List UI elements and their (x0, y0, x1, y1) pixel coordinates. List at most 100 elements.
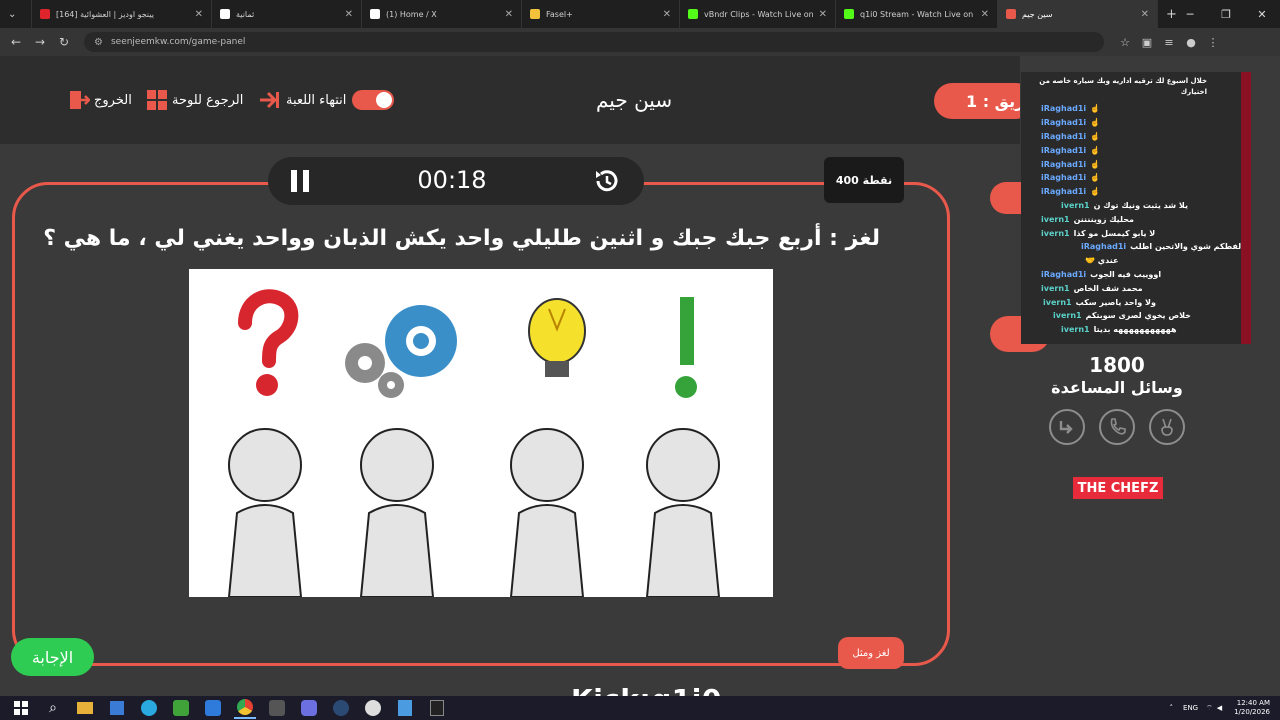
chat-username[interactable]: ivern1 (1061, 201, 1090, 210)
category-tag: لغز ومثل (838, 637, 904, 669)
end-game-toggle[interactable] (352, 90, 395, 110)
menu-dots-icon[interactable]: ⋮ (1202, 36, 1224, 49)
browser-tab[interactable]: vBndr Clips - Watch Live on Kic ✕ (680, 0, 836, 28)
chat-username[interactable]: iRaghad1i (1081, 242, 1126, 251)
chat-message-text: يلا شد يثبت ونيك توك ن (1093, 200, 1188, 210)
vpn-icon[interactable] (394, 697, 416, 719)
chat-message: iRaghad1i ☝️ (1041, 130, 1241, 144)
tab-title: سين جيم (1022, 9, 1053, 19)
chat-username[interactable]: iRaghad1i (1041, 270, 1086, 279)
tray-chevron-icon[interactable]: ˄ (1170, 704, 1174, 712)
end-game-button[interactable]: انتهاء اللعبة (258, 88, 395, 112)
tab-favicon-icon (844, 9, 854, 19)
browser-address-bar: ← → ↻ ⚙ seenjeemkw.com/game-panel ☆ ▣ ≡ … (0, 28, 1280, 56)
language-indicator[interactable]: ENG (1183, 704, 1198, 712)
discord-icon[interactable] (298, 697, 320, 719)
chat-username[interactable]: ivern1 (1043, 298, 1072, 307)
tab-close-icon[interactable]: ✕ (981, 9, 989, 20)
chat-username[interactable]: iRaghad1i (1041, 187, 1086, 196)
close-window-button[interactable]: ✕ (1244, 0, 1280, 28)
capcut-icon[interactable] (266, 697, 288, 719)
chat-username[interactable]: ivern1 (1041, 229, 1070, 238)
back-arrow-icon[interactable]: ← (4, 35, 28, 49)
reload-icon[interactable]: ↻ (52, 35, 76, 49)
chat-message: ivern1 محليك زويننننن (1041, 212, 1241, 226)
taskbar-clock[interactable]: 12:40 AM 1/20/2026 (1234, 699, 1270, 717)
exit-door-icon (70, 91, 90, 109)
search-icon[interactable]: ⌕ (42, 697, 64, 719)
chat-username[interactable]: iRaghad1i (1041, 160, 1086, 169)
steam-icon[interactable] (330, 697, 352, 719)
volume-icon[interactable]: ◀ (1217, 704, 1222, 712)
xbox-icon[interactable] (170, 697, 192, 719)
tab-close-icon[interactable]: ✕ (663, 9, 671, 20)
chat-username[interactable]: ivern1 (1061, 325, 1090, 334)
chat-username[interactable]: ivern1 (1041, 284, 1070, 293)
chat-message-text: هههههههههههه بديتا (1093, 325, 1177, 335)
site-settings-icon[interactable]: ⚙ (94, 37, 103, 48)
browser-tab[interactable]: q1i0 Stream - Watch Live on Ki ✕ (836, 0, 998, 28)
extensions-icon[interactable]: ▣ (1136, 36, 1158, 49)
restore-button[interactable]: ❐ (1208, 0, 1244, 28)
exit-button[interactable]: الخروج (68, 88, 132, 112)
clock-date: 1/20/2026 (1234, 708, 1270, 716)
browser-tab[interactable]: ثمانية ✕ (212, 0, 362, 28)
back-to-board-button[interactable]: الرجوع للوحة (146, 88, 243, 112)
chat-message: iRaghad1i ☝️ (1041, 102, 1241, 116)
chat-username[interactable]: iRaghad1i (1041, 118, 1086, 127)
swap-icon (1059, 421, 1073, 434)
phone-icon (1110, 418, 1126, 435)
chat-message: ivern1 لا يابو كيمسل مو كذا (1041, 226, 1241, 240)
chat-message-text: محمد شف الخاص (1073, 283, 1143, 293)
chat-username[interactable]: iRaghad1i (1041, 146, 1086, 155)
back-to-board-label: الرجوع للوحة (172, 92, 244, 108)
browser-tab[interactable]: سين جيم ✕ (998, 0, 1158, 28)
chat-username[interactable]: ivern1 (1053, 311, 1082, 320)
obs-icon[interactable] (362, 697, 384, 719)
team-score: 1800 (1089, 353, 1145, 377)
help-two-answers-button[interactable] (1149, 409, 1185, 445)
url-input[interactable]: ⚙ seenjeemkw.com/game-panel (84, 32, 1104, 52)
help-call-friend-button[interactable] (1099, 409, 1135, 445)
tab-favicon-icon (530, 9, 540, 19)
app-icon[interactable] (202, 697, 224, 719)
points-badge: 400 نقطة (824, 157, 904, 203)
reset-timer-icon[interactable] (592, 166, 622, 196)
epic-games-icon[interactable] (426, 697, 448, 719)
chrome-icon[interactable] (234, 697, 256, 719)
file-explorer-icon[interactable] (74, 697, 96, 719)
reading-list-icon[interactable]: ≡ (1158, 36, 1180, 49)
chat-username[interactable]: iRaghad1i (1041, 173, 1086, 182)
chat-username[interactable]: iRaghad1i (1041, 104, 1086, 113)
tab-search-button[interactable]: ⌄ (0, 0, 32, 28)
forward-arrow-icon[interactable]: → (28, 35, 52, 49)
chat-message: iRaghad1i عيه انتظر الفطكم شوي والاتحين ا… (1041, 240, 1241, 254)
chat-username[interactable]: iRaghad1i (1041, 132, 1086, 141)
browser-tab[interactable]: [164] يينجو اوديز | العشوائية ✕ (32, 0, 212, 28)
tab-favicon-icon (688, 9, 698, 19)
chat-message: iRaghad1i ☝️ (1041, 157, 1241, 171)
tab-close-icon[interactable]: ✕ (345, 9, 353, 20)
wifi-icon[interactable]: ⌔ (1206, 704, 1213, 713)
tab-close-icon[interactable]: ✕ (195, 9, 203, 20)
chat-message: iRaghad1i ☝️ (1041, 185, 1241, 199)
answer-button[interactable]: الإجابة (11, 638, 94, 676)
tab-close-icon[interactable]: ✕ (819, 9, 827, 20)
browser-tab[interactable]: Fasel+ ✕ (522, 0, 680, 28)
windows-start-icon[interactable] (10, 697, 32, 719)
tab-title: q1i0 Stream - Watch Live on Ki (860, 9, 975, 19)
profile-avatar-icon[interactable]: ● (1180, 36, 1202, 49)
tab-close-icon[interactable]: ✕ (505, 9, 513, 20)
tab-close-icon[interactable]: ✕ (1141, 9, 1149, 20)
pause-icon[interactable] (289, 169, 311, 193)
store-icon[interactable] (106, 697, 128, 719)
help-double-points-button[interactable] (1049, 409, 1085, 445)
chat-message-text: ☝️ (1090, 118, 1101, 128)
edge-icon[interactable] (138, 697, 160, 719)
tab-favicon-icon (40, 9, 50, 19)
minimize-button[interactable]: ─ (1172, 0, 1208, 28)
bookmark-star-icon[interactable]: ☆ (1114, 36, 1136, 49)
chat-username[interactable]: ivern1 (1041, 215, 1070, 224)
chat-message-text: لا يابو كيمسل مو كذا (1073, 228, 1156, 238)
browser-tab[interactable]: (1) Home / X ✕ (362, 0, 522, 28)
